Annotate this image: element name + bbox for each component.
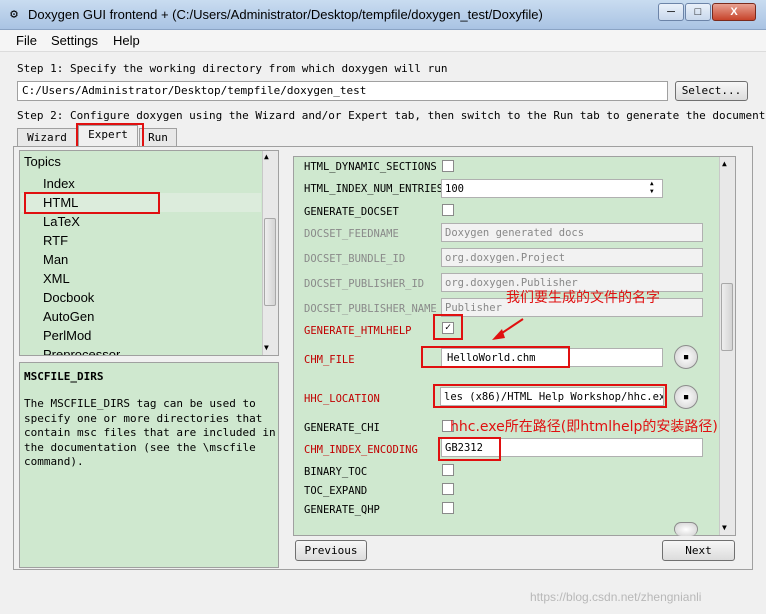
chm-file-highlight	[421, 346, 570, 368]
docset-publisher-id-label: DOCSET_PUBLISHER_ID	[304, 278, 425, 290]
html-dynamic-sections-label: HTML_DYNAMIC_SECTIONS	[304, 161, 437, 173]
topic-autogen[interactable]: AutoGen	[43, 309, 94, 324]
chm-file-annotation: 我们要生成的文件的名字	[506, 290, 660, 306]
html-index-num-entries-spinbox[interactable]: 100	[441, 179, 663, 198]
topic-preprocessor[interactable]: Preprocessor	[43, 347, 120, 355]
scroll-down-icon[interactable]: ▼	[264, 343, 269, 352]
topic-rtf[interactable]: RTF	[43, 233, 68, 248]
hhc-location-label: HHC_LOCATION	[304, 393, 380, 405]
generate-chi-label: GENERATE_CHI	[304, 422, 380, 434]
select-directory-button[interactable]: Select...	[675, 81, 748, 101]
docset-feedname-label: DOCSET_FEEDNAME	[304, 228, 399, 240]
generate-docset-label: GENERATE_DOCSET	[304, 206, 399, 218]
docset-bundle-id-label: DOCSET_BUNDLE_ID	[304, 253, 406, 265]
menu-file[interactable]: File	[16, 33, 37, 48]
minimize-button[interactable]: ─	[658, 3, 684, 21]
docset-publisher-name-label: DOCSET_PUBLISHER_NAME	[304, 303, 437, 315]
spin-arrows-icon[interactable]: ▲ ▼	[650, 180, 654, 196]
step2-instruction: Step 2: Configure doxygen using the Wiza…	[17, 109, 766, 122]
tab-run[interactable]: Run	[139, 128, 177, 147]
generate-qhp-checkbox[interactable]	[442, 502, 454, 514]
step1-instruction: Step 1: Specify the working directory fr…	[17, 62, 448, 75]
working-directory-input[interactable]: C:/Users/Administrator/Desktop/tempfile/…	[17, 81, 668, 101]
htmlhelp-checkbox-highlight	[433, 314, 463, 340]
toc-expand-label: TOC_EXPAND	[304, 485, 368, 497]
topic-man[interactable]: Man	[43, 252, 68, 267]
help-title: MSCFILE_DIRS	[24, 370, 104, 383]
generate-htmlhelp-label: GENERATE_HTMLHELP	[304, 325, 412, 337]
tab-wizard[interactable]: Wizard	[17, 128, 77, 147]
html-index-num-entries-label: HTML_INDEX_NUM_ENTRIES	[304, 183, 444, 195]
topic-xml[interactable]: XML	[43, 271, 70, 286]
toc-expand-checkbox[interactable]	[442, 483, 454, 495]
browse-file-icon[interactable]: ▪	[674, 345, 698, 369]
hhc-location-annotation: hhc.exe所在路径(即htmlhelp的安装路径)	[450, 419, 718, 435]
chm-index-encoding-label: CHM_INDEX_ENCODING	[304, 444, 418, 456]
generate-docset-checkbox[interactable]	[442, 204, 454, 216]
maximize-button[interactable]: □	[685, 3, 711, 21]
watermark: https://blog.csdn.net/zhengnianli	[530, 590, 702, 604]
topic-docbook[interactable]: Docbook	[43, 290, 94, 305]
browse-file-icon[interactable]: ▪	[674, 385, 698, 409]
menu-help[interactable]: Help	[113, 33, 140, 48]
chm-file-label: CHM_FILE	[304, 354, 355, 366]
scroll-up-icon[interactable]: ▲	[722, 159, 727, 168]
app-icon: ⚙	[10, 7, 18, 22]
annotation-arrow-icon	[492, 318, 524, 340]
title-bar: ⚙ Doxygen GUI frontend + (C:/Users/Admin…	[0, 0, 766, 30]
html-dynamic-sections-checkbox[interactable]	[442, 160, 454, 172]
chm-index-encoding-highlight	[438, 437, 501, 461]
menu-bar: File Settings Help	[0, 30, 766, 52]
topics-header: Topics	[24, 154, 61, 169]
html-topic-highlight	[24, 192, 160, 214]
scroll-up-icon[interactable]: ▲	[264, 152, 269, 161]
menu-settings[interactable]: Settings	[51, 33, 98, 48]
help-text: The MSCFILE_DIRS tag can be used to spec…	[24, 397, 276, 468]
topic-index[interactable]: Index	[43, 176, 75, 191]
next-button[interactable]: Next	[662, 540, 735, 561]
hhc-location-highlight	[433, 384, 667, 408]
scroll-down-icon[interactable]: ▼	[722, 523, 727, 532]
previous-button[interactable]: Previous	[295, 540, 367, 561]
generate-qhp-label: GENERATE_QHP	[304, 504, 380, 516]
topics-scroll-thumb[interactable]	[264, 218, 276, 306]
window-title: Doxygen GUI frontend + (C:/Users/Adminis…	[28, 7, 543, 22]
docset-bundle-id-input[interactable]: org.doxygen.Project	[441, 248, 703, 267]
close-button[interactable]: X	[712, 3, 756, 21]
options-scroll-thumb[interactable]	[721, 283, 733, 351]
topic-perlmod[interactable]: PerlMod	[43, 328, 91, 343]
topic-latex[interactable]: LaTeX	[43, 214, 80, 229]
binary-toc-checkbox[interactable]	[442, 464, 454, 476]
browse-file-icon[interactable]	[674, 522, 698, 536]
binary-toc-label: BINARY_TOC	[304, 466, 368, 478]
docset-feedname-input[interactable]: Doxygen generated docs	[441, 223, 703, 242]
